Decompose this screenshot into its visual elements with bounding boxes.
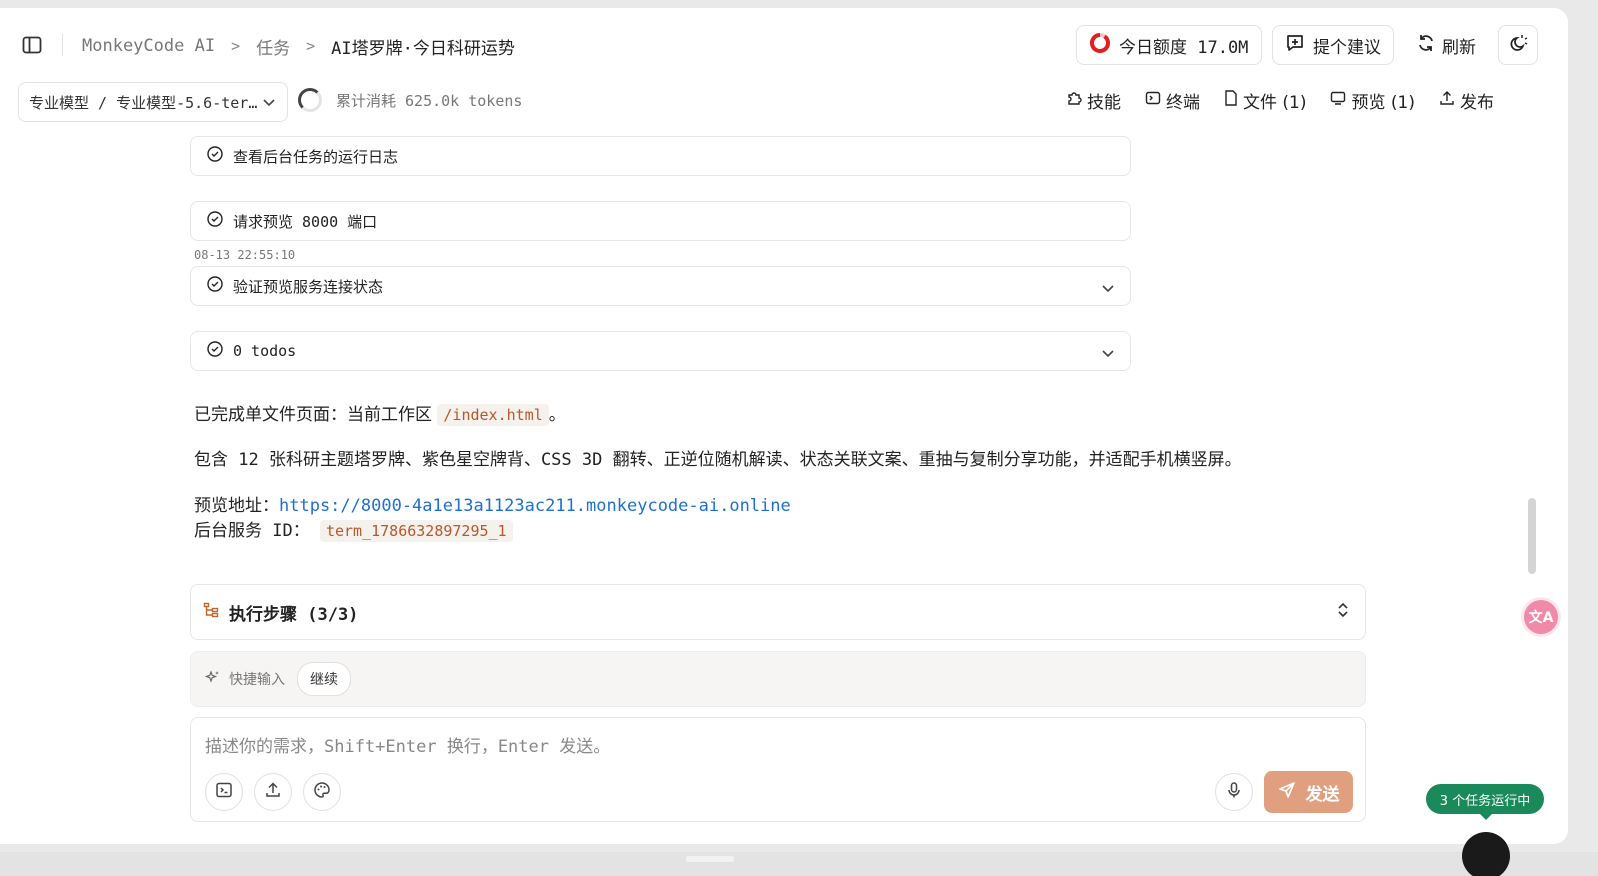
tab-skills[interactable]: 技能 — [1066, 88, 1121, 113]
check-circle-icon — [207, 146, 223, 166]
check-circle-icon — [207, 211, 223, 231]
message-line: 预览地址：https://8000-4a1e13a1123ac211.monke… — [194, 491, 791, 516]
chevron-down-icon — [263, 93, 275, 111]
taskbar — [0, 852, 1598, 876]
send-label: 发送 — [1305, 784, 1340, 805]
check-circle-icon — [207, 341, 223, 361]
theme-icon — [1508, 33, 1528, 58]
tab-preview-label: 预览 (1) — [1351, 93, 1415, 113]
upload-button[interactable] — [254, 773, 292, 811]
tab-files[interactable]: 文件 (1) — [1224, 88, 1306, 113]
send-icon — [1278, 781, 1296, 804]
upload-icon — [1439, 90, 1455, 111]
puzzle-icon — [1066, 90, 1082, 111]
tab-publish-label: 发布 — [1459, 93, 1494, 113]
step-card[interactable]: 验证预览服务连接状态 — [190, 266, 1131, 306]
check-circle-icon — [207, 276, 223, 296]
suggest-button[interactable]: 提个建议 — [1272, 25, 1394, 65]
step-label: 验证预览服务连接状态 — [233, 277, 384, 296]
message-line: 包含 12 张科研主题塔罗牌、紫色星空牌背、CSS 3D 翻转、正逆位随机解读、… — [194, 450, 1242, 470]
terminal-icon — [215, 781, 233, 803]
breadcrumb-root[interactable]: MonkeyCode AI — [82, 36, 215, 56]
step-label: 请求预览 8000 端口 — [233, 212, 378, 231]
todos-card[interactable]: 0 todos — [190, 331, 1131, 371]
timestamp: 08-13 22:55:10 — [194, 248, 296, 262]
message-line: 已完成单文件页面：当前工作区 /index.html。 — [194, 400, 566, 426]
quick-input-label: 快捷输入 — [229, 672, 285, 688]
breadcrumb: MonkeyCode AI > 任务 > AI塔罗牌·今日科研运势 — [82, 34, 515, 59]
sparkle-icon — [204, 669, 221, 689]
message-text: 后台服务 ID： — [194, 521, 310, 541]
upload-icon — [264, 781, 282, 803]
tab-publish[interactable]: 发布 — [1439, 88, 1494, 113]
step-label: 查看后台任务的运行日志 — [233, 147, 399, 166]
step-card[interactable]: 查看后台任务的运行日志 — [190, 136, 1131, 176]
preview-link[interactable]: https://8000-4a1e13a1123ac211.monkeycode… — [279, 496, 791, 516]
terminal-icon — [1145, 90, 1161, 111]
chevron-up-down-icon[interactable] — [1337, 601, 1349, 624]
monitor-icon — [1330, 90, 1346, 111]
model-select[interactable]: 专业模型 / 专业模型-5.6-ter… — [18, 82, 288, 122]
palette-icon — [313, 781, 331, 803]
refresh-button[interactable]: 刷新 — [1416, 33, 1476, 58]
refresh-icon — [1416, 33, 1436, 58]
avatar[interactable] — [1462, 832, 1510, 876]
scrollbar-thumb[interactable] — [1528, 498, 1536, 574]
inline-code: term_1786632897295_1 — [319, 520, 513, 542]
translate-badge-label: 文A — [1528, 610, 1554, 626]
tab-files-label: 文件 (1) — [1243, 93, 1307, 113]
taskbar-tab[interactable] — [686, 856, 734, 862]
message-line: 后台服务 ID： term_1786632897295_1 — [194, 516, 513, 542]
chevron-down-icon[interactable] — [1102, 344, 1114, 362]
step-card[interactable]: 请求预览 8000 端口 — [190, 201, 1131, 241]
quota-ring-icon — [1089, 32, 1111, 59]
message-text: 。 — [548, 405, 566, 425]
chevron-right-icon: > — [231, 37, 241, 55]
quick-input-bar: 快捷输入 继续 — [190, 651, 1366, 707]
message-input[interactable]: 描述你的需求，Shift+Enter 换行，Enter 发送。 — [205, 732, 610, 757]
continue-chip[interactable]: 继续 — [297, 662, 351, 696]
tab-skills-label: 技能 — [1087, 93, 1121, 113]
tokens-usage: 累计消耗 625.0k tokens — [336, 92, 523, 110]
refresh-label: 刷新 — [1442, 38, 1476, 58]
top-header: MonkeyCode AI > 任务 > AI塔罗牌·今日科研运势 今日额度 1… — [0, 8, 1568, 80]
tab-terminal[interactable]: 终端 — [1145, 88, 1200, 113]
sidebar-toggle-icon[interactable] — [22, 36, 42, 54]
tree-icon — [203, 602, 219, 623]
translate-icon[interactable]: 文A — [1524, 600, 1558, 634]
chevron-down-icon[interactable] — [1102, 279, 1114, 297]
exec-steps-label: 执行步骤 (3/3) — [229, 604, 359, 625]
exec-steps-panel[interactable]: 执行步骤 (3/3) — [190, 584, 1366, 640]
mic-button[interactable] — [1215, 773, 1253, 811]
loading-spinner-icon — [298, 88, 322, 112]
quota-button[interactable]: 今日额度 17.0M — [1076, 25, 1262, 65]
theme-toggle-button[interactable] — [1498, 25, 1538, 65]
model-label: 专业模型 / 专业模型-5.6-ter… — [29, 93, 258, 112]
app-window: MonkeyCode AI > 任务 > AI塔罗牌·今日科研运势 今日额度 1… — [0, 8, 1568, 844]
quota-label: 今日额度 17.0M — [1119, 37, 1249, 58]
divider — [62, 34, 63, 56]
breadcrumb-tasks[interactable]: 任务 — [256, 34, 290, 59]
terminal-button[interactable] — [205, 773, 243, 811]
microphone-icon — [1225, 781, 1243, 803]
message-text: 预览地址： — [194, 496, 279, 516]
composer[interactable]: 描述你的需求，Shift+Enter 换行，Enter 发送。 发送 — [190, 717, 1366, 822]
running-tasks-badge[interactable]: 3 个任务运行中 — [1426, 784, 1544, 820]
file-icon — [1224, 90, 1238, 111]
chevron-right-icon: > — [306, 37, 316, 55]
todos-label: 0 todos — [233, 342, 297, 360]
inline-code: /index.html — [437, 404, 549, 426]
feedback-icon — [1285, 33, 1305, 58]
send-button[interactable]: 发送 — [1264, 771, 1353, 813]
palette-button[interactable] — [303, 773, 341, 811]
tab-terminal-label: 终端 — [1166, 93, 1200, 113]
breadcrumb-current: AI塔罗牌·今日科研运势 — [331, 38, 515, 59]
message-text: 已完成单文件页面：当前工作区 — [194, 405, 432, 425]
suggest-label: 提个建议 — [1313, 37, 1381, 58]
tool-tabs: 技能 终端 文件 (1) 预览 (1) 发布 — [1066, 88, 1494, 113]
tab-preview[interactable]: 预览 (1) — [1330, 88, 1415, 113]
